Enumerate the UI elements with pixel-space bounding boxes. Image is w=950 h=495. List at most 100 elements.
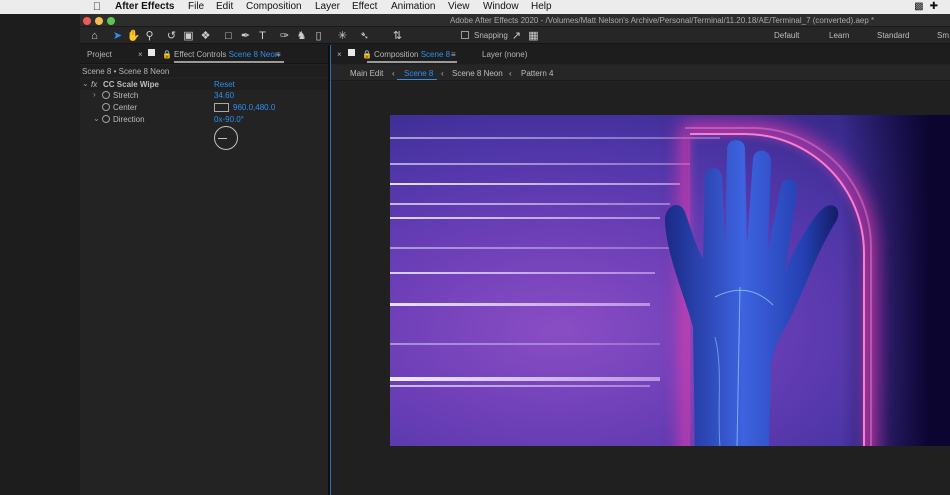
menu-animation[interactable]: Animation [391, 1, 435, 12]
menu-file[interactable]: File [188, 1, 204, 12]
rectangle-tool-icon[interactable]: □ [221, 28, 236, 43]
snap-options-icon[interactable]: ↗ [509, 28, 524, 43]
menubar-status-icons[interactable]: ▩✚ [914, 1, 944, 12]
neon-hand-graphic [664, 140, 839, 446]
composition-tabs: × 🔒 Composition Scene 8 ≡ Layer (none) [331, 45, 950, 64]
apple-icon[interactable]:  [90, 0, 104, 14]
menu-composition[interactable]: Composition [246, 1, 302, 12]
brush-tool-icon[interactable]: ✑ [277, 28, 292, 43]
composition-frame[interactable] [390, 115, 950, 446]
window-maximize-button[interactable] [107, 17, 115, 25]
chevron-down-icon[interactable]: ⌄ [93, 114, 100, 123]
clone-stamp-tool-icon[interactable]: ♞ [294, 28, 309, 43]
light-streak [390, 343, 660, 345]
tab-color-swatch [348, 49, 355, 56]
effect-reset-link[interactable]: Reset [214, 80, 235, 89]
property-name: Stretch [113, 91, 139, 100]
nav-main-edit[interactable]: Main Edit [350, 69, 383, 78]
panel-menu-icon[interactable]: ≡ [451, 50, 456, 59]
menu-view[interactable]: View [448, 1, 470, 12]
property-value[interactable]: 0x-90.0° [214, 115, 244, 124]
property-name: Center [113, 103, 138, 112]
close-tab-icon[interactable]: × [337, 50, 342, 59]
light-streak [390, 303, 650, 306]
composition-panel: × 🔒 Composition Scene 8 ≡ Layer (none) M… [330, 45, 950, 495]
lock-icon[interactable]: 🔒 [162, 50, 172, 59]
workspace-standard[interactable]: Standard [877, 31, 909, 40]
effect-name: CC Scale Wipe [103, 80, 159, 89]
menu-effect[interactable]: Effect [352, 1, 377, 12]
tab-composition-name: Scene 8 [420, 50, 451, 59]
tab-effect-controls-layer: Scene 8 Neon [228, 50, 280, 59]
active-tab-indicator [367, 61, 457, 63]
roto-brush-tool-icon[interactable]: ✳ [335, 28, 350, 43]
stopwatch-icon[interactable] [102, 115, 110, 123]
tab-color-swatch [148, 49, 155, 56]
menu-layer[interactable]: Layer [315, 1, 340, 12]
workspace-small-screen[interactable]: Sm [937, 31, 949, 40]
chevron-left-icon: ‹ [441, 69, 444, 78]
lock-icon[interactable]: 🔒 [362, 50, 372, 59]
light-streak [390, 272, 655, 274]
effect-row[interactable]: ⌄ fx CC Scale Wipe Reset [80, 79, 328, 90]
camera-tool-icon[interactable]: ▣ [181, 28, 196, 43]
window-close-button[interactable] [83, 17, 91, 25]
tab-effect-controls-label: Effect Controls [174, 50, 227, 59]
nav-scene-8[interactable]: Scene 8 [404, 69, 433, 78]
light-streak [390, 247, 680, 249]
window-title-bar: Adobe After Effects 2020 - /Volumes/Matt… [80, 14, 950, 27]
align-icon: ⇅ [392, 30, 403, 42]
home-icon[interactable]: ⌂ [87, 28, 102, 43]
light-streak [390, 203, 670, 205]
pan-behind-tool-icon[interactable]: ❖ [198, 28, 213, 43]
left-panel-tabs: Project × 🔒 Effect Controls Scene 8 Neon… [80, 45, 328, 64]
menu-help[interactable]: Help [531, 1, 552, 12]
property-name: Direction [113, 115, 145, 124]
light-streak [390, 377, 660, 381]
tab-layer[interactable]: Layer (none) [482, 50, 527, 59]
fx-toggle-icon[interactable]: fx [91, 80, 97, 89]
stopwatch-icon[interactable] [102, 91, 110, 99]
crosshair-target-icon[interactable] [214, 103, 229, 112]
pen-tool-icon[interactable]: ✒ [238, 28, 253, 43]
snapping-checkbox[interactable] [461, 31, 469, 39]
active-tab-indicator [174, 61, 284, 63]
nav-scene-8-neon[interactable]: Scene 8 Neon [452, 69, 503, 78]
hand-tool-icon[interactable]: ✋ [126, 28, 141, 43]
menu-app-name[interactable]: After Effects [115, 1, 174, 12]
property-row-direction[interactable]: ⌄ Direction 0x-90.0° [80, 114, 328, 125]
tab-project[interactable]: Project [87, 50, 112, 59]
puppet-pin-tool-icon[interactable]: ➴ [357, 28, 372, 43]
rotation-tool-icon[interactable]: ↺ [164, 28, 179, 43]
light-streak [390, 217, 660, 219]
nav-pattern-4[interactable]: Pattern 4 [521, 69, 553, 78]
chevron-right-icon[interactable]: › [93, 90, 96, 99]
active-nav-indicator [397, 79, 437, 80]
chevron-down-icon[interactable]: ⌄ [82, 79, 89, 88]
window-minimize-button[interactable] [95, 17, 103, 25]
menu-window[interactable]: Window [483, 1, 519, 12]
property-value[interactable]: 34.60 [214, 91, 234, 100]
close-tab-icon[interactable]: × [138, 50, 143, 59]
workspace-default[interactable]: Default [774, 31, 799, 40]
panel-menu-icon[interactable]: ≡ [276, 50, 281, 59]
snapping-label: Snapping [474, 31, 508, 40]
snap-grid-icon[interactable]: ▦ [526, 28, 541, 43]
dial-hand [218, 138, 227, 139]
tab-effect-controls[interactable]: Effect Controls Scene 8 Neon [174, 50, 279, 59]
property-value[interactable]: 960.0,480.0 [233, 103, 275, 112]
composition-viewer[interactable] [331, 82, 950, 495]
breadcrumb-text: Scene 8 • Scene 8 Neon [82, 67, 170, 76]
zoom-tool-icon[interactable]: ⚲ [142, 28, 157, 43]
eraser-tool-icon[interactable]: ▯ [311, 28, 326, 43]
property-row-stretch[interactable]: › Stretch 34.60 [80, 90, 328, 101]
tab-composition[interactable]: Composition Scene 8 [374, 50, 450, 59]
effect-controls-panel: Project × 🔒 Effect Controls Scene 8 Neon… [80, 45, 328, 495]
menu-edit[interactable]: Edit [216, 1, 233, 12]
stopwatch-icon[interactable] [102, 103, 110, 111]
direction-angle-dial[interactable] [214, 126, 238, 150]
type-tool-icon[interactable]: T [255, 28, 270, 43]
property-row-center[interactable]: Center 960.0,480.0 [80, 102, 328, 113]
workspace-learn[interactable]: Learn [829, 31, 849, 40]
selection-tool-icon[interactable]: ➤ [110, 28, 125, 43]
